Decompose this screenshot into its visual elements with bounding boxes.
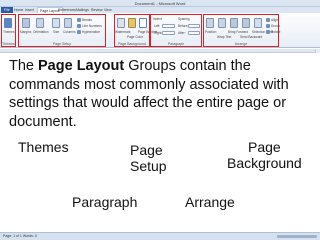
align-icon[interactable] (266, 18, 270, 22)
breaks-icon[interactable] (77, 18, 81, 22)
indent-heading: Indent (153, 17, 162, 21)
hyphenation-icon[interactable] (77, 30, 81, 34)
status-bar: Page: 1 of 1 Words: 0 (0, 232, 320, 240)
page-color-icon[interactable] (128, 18, 136, 28)
caption-arrange: Arrange (185, 194, 235, 210)
watermark-label: Watermark (115, 30, 131, 34)
indent-left-label: Left: (154, 24, 161, 28)
page-color-label: Page Color (127, 35, 143, 39)
selection-pane-icon[interactable] (254, 18, 262, 28)
align-label: Align (271, 18, 279, 22)
send-backward-label: Send Backward (240, 35, 263, 39)
breaks-label: Breaks (82, 18, 92, 22)
title-bar: Document1 - Microsoft Word (0, 0, 320, 14)
zoom-slider[interactable] (277, 235, 317, 238)
send-backward-icon[interactable] (242, 18, 250, 28)
caption-paragraph: Paragraph (72, 194, 138, 210)
themes-group: Themes Themes (1, 14, 16, 47)
spacing-before-label: Before: (178, 24, 189, 28)
caption-page-setup: Page Setup (130, 142, 167, 174)
margins-label: Margins (20, 30, 32, 34)
page-setup-group: Margins Orientation Size Columns Breaks … (18, 14, 106, 47)
window-controls (294, 1, 318, 14)
indent-right-input[interactable] (162, 31, 175, 35)
spacing-before-input[interactable] (188, 24, 200, 28)
themes-button-label: Themes (3, 30, 15, 34)
spacing-after-input[interactable] (188, 31, 200, 35)
arrange-group: Position Wrap Text Bring Forward Send Ba… (203, 14, 281, 47)
wrap-text-icon[interactable] (218, 18, 226, 28)
themes-group-label: Themes (2, 42, 15, 46)
rotate-label: Rotate (271, 30, 281, 34)
group-label: Group (271, 24, 280, 28)
position-icon[interactable] (206, 18, 214, 28)
page-setup-group-label: Page Setup (52, 42, 72, 46)
paragraph-group-label-visible: Paragraph (167, 42, 185, 46)
status-text: Page: 1 of 1 Words: 0 (3, 234, 37, 238)
margins-icon[interactable] (22, 18, 30, 28)
indent-left-input[interactable] (162, 24, 175, 28)
ribbon: Themes Themes Margins Orientation Size C… (0, 13, 320, 48)
bring-forward-label: Bring Forward (228, 30, 249, 34)
line-numbers-icon[interactable] (77, 24, 81, 28)
explanation-text-start: The (9, 58, 39, 74)
caption-page-background: Page Background (227, 139, 302, 171)
page-background-group-label: Page Background (118, 42, 146, 46)
window-title: Document1 - Microsoft Word (134, 1, 186, 6)
explanation-text-bold: Page Layout (38, 58, 125, 74)
columns-label: Columns (63, 30, 76, 34)
group-icon[interactable] (266, 24, 270, 28)
spacing-heading: Spacing (178, 17, 190, 21)
line-numbers-label: Line Numbers (82, 24, 102, 28)
explanation-panel: The Page Layout Groups contain the comma… (0, 53, 320, 232)
hyphenation-label: Hyphenation (82, 30, 100, 34)
page-borders-icon[interactable] (139, 18, 147, 28)
arrange-group-label: Arrange (234, 42, 248, 46)
paragraph-group: Indent Left: Right: Spacing Before: Afte… (150, 14, 202, 47)
themes-icon[interactable] (4, 18, 12, 28)
orientation-icon[interactable] (36, 18, 44, 28)
bring-forward-icon[interactable] (230, 18, 238, 28)
size-label: Size (53, 30, 60, 34)
spacing-after-label: After: (178, 31, 186, 35)
page-background-group: Watermark Page Color Page Borders Page B… (114, 14, 158, 47)
position-label: Position (205, 30, 217, 34)
wrap-text-label: Wrap Text (217, 35, 232, 39)
watermark-icon[interactable] (117, 18, 125, 28)
explanation-text: The Page Layout Groups contain the comma… (9, 57, 309, 131)
rotate-icon[interactable] (266, 30, 270, 34)
size-icon[interactable] (52, 18, 60, 28)
caption-themes: Themes (18, 139, 69, 155)
columns-icon[interactable] (64, 18, 72, 28)
orientation-label: Orientation (33, 30, 49, 34)
